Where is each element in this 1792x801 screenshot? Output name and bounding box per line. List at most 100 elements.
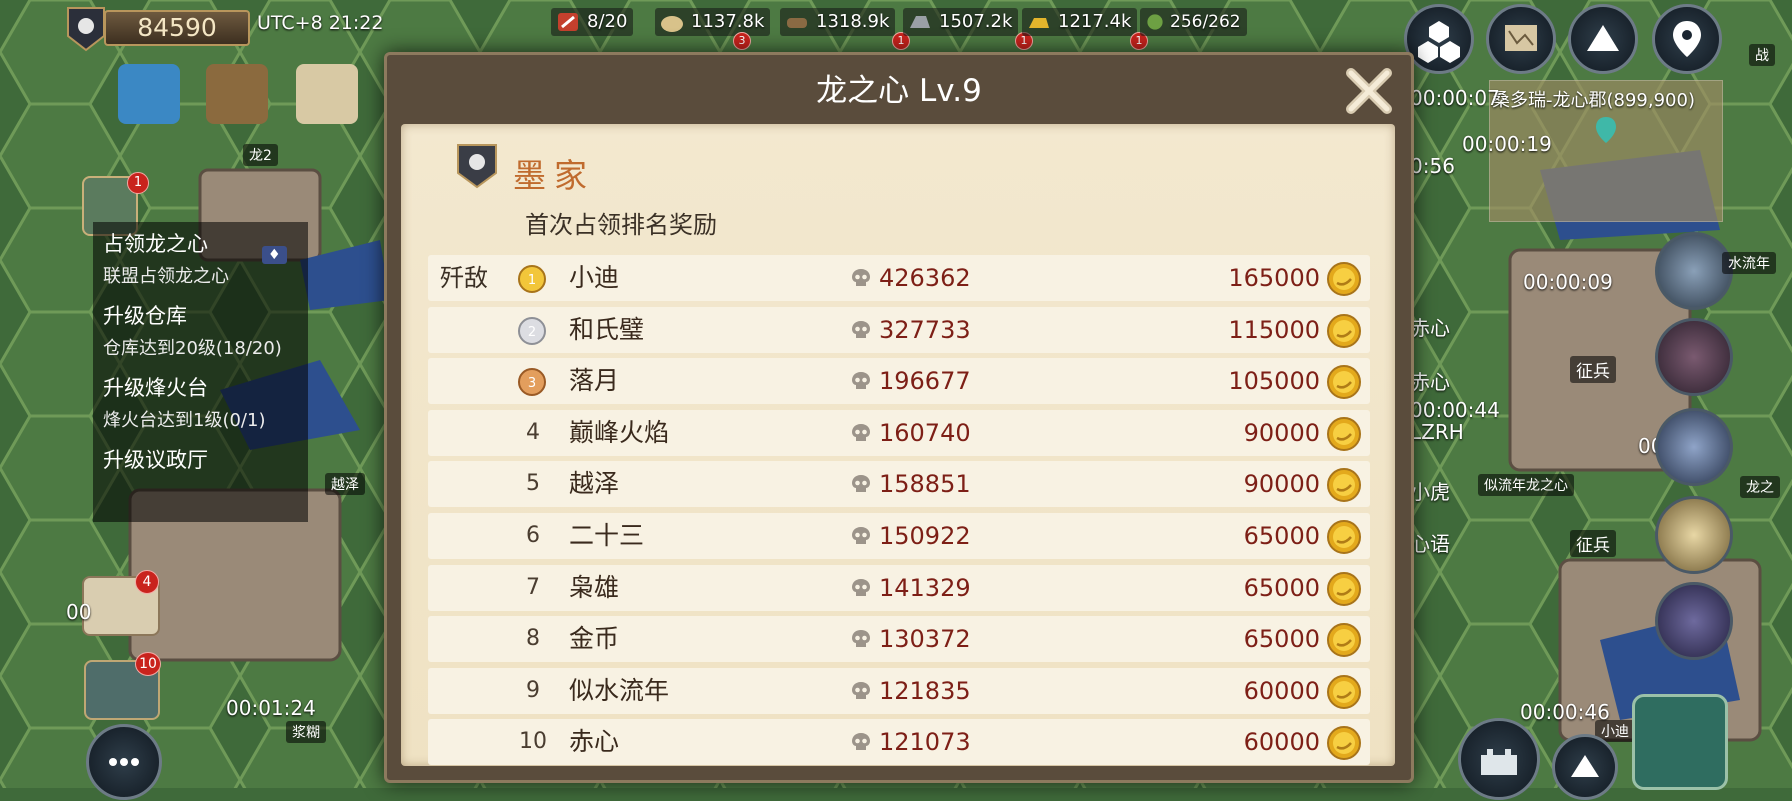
treasure-scroll-icon[interactable] xyxy=(206,64,268,124)
stone-resource[interactable]: 1507.2k xyxy=(903,8,1019,36)
chat-button[interactable] xyxy=(86,724,162,800)
city-tag-dragon[interactable]: 似流年龙之心 xyxy=(1478,474,1574,496)
ranking-dialog: 龙之心 Lv.9 墨家 首次占领排名奖励 歼敌 1 小迪 426362 165000 2 和… xyxy=(384,52,1414,783)
ranking-row[interactable]: 歼敌 1 小迪 426362 165000 xyxy=(428,255,1370,301)
food-resource[interactable]: 1137.8k xyxy=(655,8,771,36)
troop-icon xyxy=(1147,14,1163,30)
player-name: 赤心 xyxy=(569,727,620,757)
castle-icon xyxy=(1481,749,1517,775)
player-name: 小迪 xyxy=(569,263,620,292)
rank-number: 6 xyxy=(526,522,540,548)
city-tag-jianghu[interactable]: 浆糊 xyxy=(286,721,326,743)
player-label[interactable]: LZRH xyxy=(1410,420,1464,444)
kill-count: 158851 xyxy=(879,470,971,499)
skull-icon xyxy=(852,423,870,441)
kill-count: 141329 xyxy=(879,573,971,602)
player-label[interactable]: 小虎 xyxy=(1410,476,1450,505)
right-timer: 00:00:07 xyxy=(1410,86,1500,110)
rank-number: 5 xyxy=(526,471,540,497)
gold-resource[interactable]: 1217.4k xyxy=(1022,8,1138,36)
player-label[interactable]: 赤心 xyxy=(1410,366,1450,395)
troop-capacity-value: 256/262 xyxy=(1170,12,1241,32)
skull-icon xyxy=(852,630,870,648)
rank-medal-icon: 1 xyxy=(518,265,546,293)
army-counter[interactable]: 8/20 xyxy=(551,8,634,36)
hero-avatar[interactable] xyxy=(1655,318,1733,396)
rank-medal-number: 2 xyxy=(528,325,536,340)
troop-capacity[interactable]: 256/262 xyxy=(1140,8,1247,36)
top-bar: 84590 UTC+8 21:22 8/20 1137.8k 3 1318.9k… xyxy=(0,0,1792,74)
tag-zhan[interactable]: 战 xyxy=(1749,44,1775,66)
right-timer: 00:00:09 xyxy=(1523,270,1613,294)
reward-amount: 65000 xyxy=(1243,521,1320,550)
city-tag-longzhi[interactable]: 龙之 xyxy=(1740,476,1780,498)
gold-coin-icon xyxy=(1327,313,1361,348)
city-tag-yueze[interactable]: 越泽 xyxy=(325,473,365,495)
ranking-row[interactable]: 8 金币 130372 65000 xyxy=(428,616,1370,663)
close-icon[interactable] xyxy=(1341,63,1397,119)
ranking-row[interactable]: 9 似水流年 121835 60000 xyxy=(428,667,1370,714)
building-list-icon[interactable] xyxy=(296,64,358,124)
hero-avatar[interactable] xyxy=(1655,582,1733,660)
ranking-row[interactable]: 4 巅峰火焰 160740 90000 xyxy=(428,409,1370,456)
battle-badge: 10 xyxy=(135,652,161,676)
skull-icon xyxy=(852,526,870,544)
ranking-row[interactable]: 3 落月 196677 105000 xyxy=(428,358,1370,405)
wood-resource[interactable]: 1318.9k xyxy=(780,8,896,36)
hero-avatar[interactable] xyxy=(1655,496,1733,574)
hex-menu-button[interactable] xyxy=(1404,4,1474,74)
ranking-row[interactable]: 7 枭雄 141329 65000 xyxy=(428,564,1370,611)
player-label[interactable]: 赤心 xyxy=(1410,312,1450,341)
gold-coin-icon xyxy=(1327,674,1361,709)
reward-amount: 90000 xyxy=(1243,418,1320,447)
server-clock: UTC+8 21:22 xyxy=(257,12,384,34)
skull-icon xyxy=(852,681,870,699)
dialog-title: 龙之心 Lv.9 xyxy=(816,73,982,109)
reward-amount: 165000 xyxy=(1228,264,1320,292)
expand-up-button[interactable] xyxy=(1552,734,1618,800)
cards-icon[interactable] xyxy=(1632,694,1728,790)
ranking-row[interactable]: 2 和氏璧 327733 115000 xyxy=(428,306,1370,353)
ranking-row[interactable]: 10 赤心 121073 60000 xyxy=(428,719,1370,766)
player-name: 落月 xyxy=(569,366,620,396)
rank-number: 8 xyxy=(526,626,540,652)
conscript-button[interactable]: 征兵 xyxy=(1570,356,1616,383)
location-button[interactable] xyxy=(1652,4,1722,74)
player-name: 似水流年 xyxy=(569,675,670,705)
kill-count: 150922 xyxy=(879,521,971,550)
mail-badge: 4 xyxy=(135,570,159,594)
march-timer: 00:01:24 xyxy=(226,696,316,720)
world-map-button[interactable] xyxy=(1486,4,1556,74)
rank-number: 9 xyxy=(526,677,540,703)
skull-icon xyxy=(852,372,870,390)
city-tag-long2[interactable]: 龙2 xyxy=(243,144,278,166)
rank-medal-icon: 3 xyxy=(518,368,546,397)
collapse-up-button[interactable] xyxy=(1568,4,1638,74)
skull-icon xyxy=(852,578,870,596)
alliance-emblem-icon[interactable] xyxy=(66,6,106,52)
power-value[interactable]: 84590 xyxy=(104,10,250,46)
quest-desc: 烽火台达到1级(0/1) xyxy=(103,410,266,431)
hero-avatar[interactable] xyxy=(1655,408,1733,486)
ranking-row[interactable]: 6 二十三 150922 65000 xyxy=(428,512,1370,559)
player-label[interactable]: 心语 xyxy=(1410,528,1450,557)
reward-amount: 115000 xyxy=(1228,315,1320,344)
kill-count: 426362 xyxy=(879,264,971,292)
crystal-icon[interactable] xyxy=(118,64,180,124)
quest-item[interactable]: 升级烽火台 烽火台达到1级(0/1) xyxy=(93,366,308,438)
player-name: 和氏璧 xyxy=(569,314,645,344)
rank-medal-number: 3 xyxy=(528,376,536,391)
ranking-list: 歼敌 1 小迪 426362 165000 2 和氏璧 327733 115000 3 落月 1966… xyxy=(428,255,1370,771)
triangle-up-icon xyxy=(1571,755,1599,777)
gold-coin-icon xyxy=(1327,262,1361,296)
ranking-row[interactable]: 5 越泽 158851 90000 xyxy=(428,461,1370,508)
quest-item[interactable]: 升级仓库 仓库达到20级(18/20) xyxy=(93,294,308,366)
quest-item[interactable]: 升级议政厅 xyxy=(93,438,308,484)
conscript-button[interactable]: 征兵 xyxy=(1570,530,1616,557)
kill-count: 160740 xyxy=(879,418,971,447)
right-timer: 00:00:19 xyxy=(1462,132,1552,156)
map-pin-icon xyxy=(1673,21,1701,57)
chat-bubble-icon xyxy=(109,758,139,766)
stone-value: 1507.2k xyxy=(939,11,1013,32)
food-value: 1137.8k xyxy=(691,11,765,32)
